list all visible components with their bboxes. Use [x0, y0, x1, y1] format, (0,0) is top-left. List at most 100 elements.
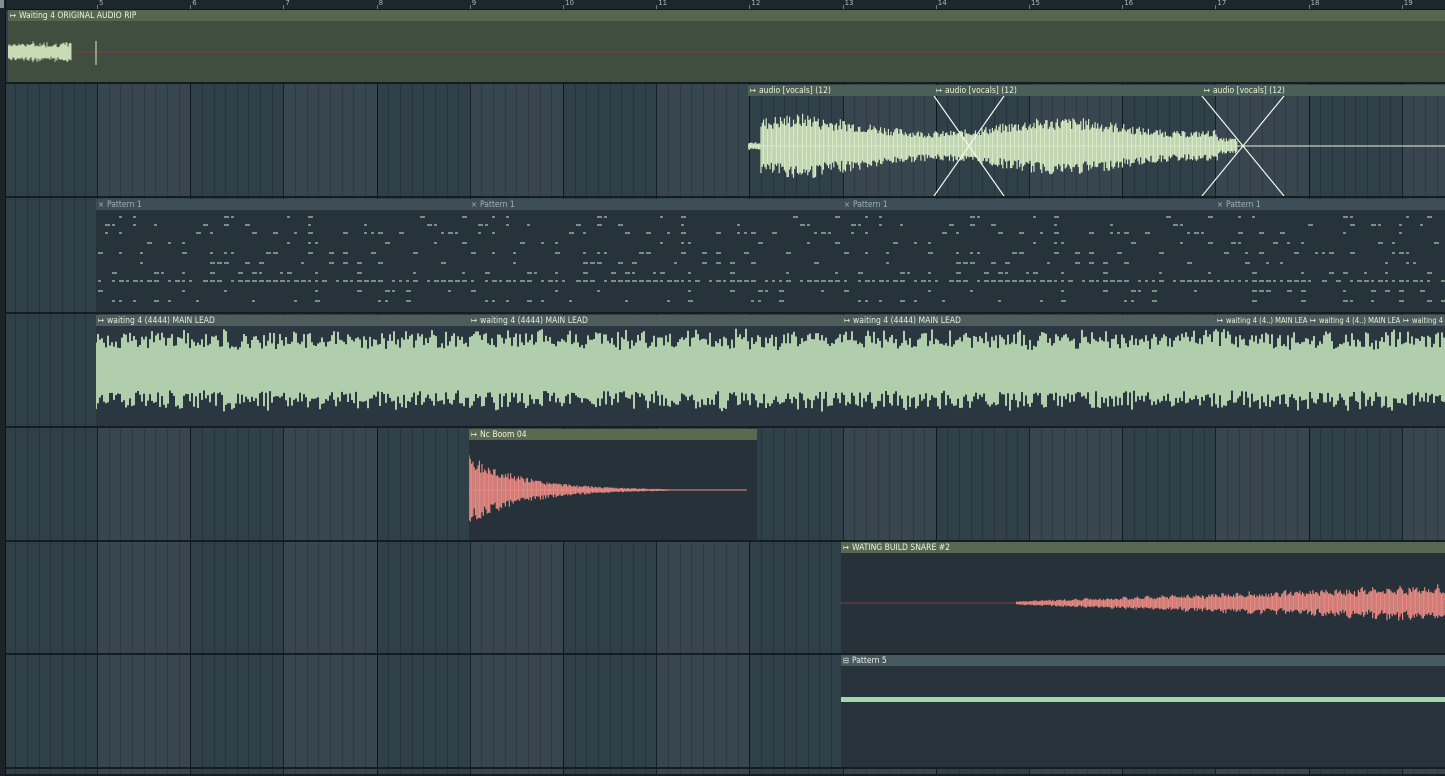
- clip-label: Pattern 1: [107, 200, 142, 210]
- track-lane-2[interactable]: ↦ audio [vocals] (12) ↦ audio [vocals] (12…: [0, 84, 1445, 198]
- clip-build-snare[interactable]: ↦ WATING BUILD SNARE #2: [841, 542, 1445, 653]
- grid-bar-shade: [97, 769, 190, 774]
- grid-step-line: [446, 769, 448, 774]
- pattern-note: [786, 252, 791, 254]
- pattern-note: [1145, 280, 1148, 282]
- pattern-note: [392, 280, 395, 282]
- pattern-note: [210, 272, 215, 274]
- pattern-note: [970, 216, 975, 218]
- grid-step-line: [1343, 428, 1345, 540]
- grid-step-line: [399, 428, 401, 540]
- track-lane-8[interactable]: [0, 769, 1445, 776]
- pattern-note: [1406, 262, 1409, 264]
- grid-step-line: [27, 655, 29, 767]
- track-lane-6[interactable]: ↦ WATING BUILD SNARE #2: [0, 542, 1445, 655]
- pattern-notes: [842, 210, 1216, 312]
- grid-step-line: [796, 542, 797, 653]
- clip-original-audio-rip[interactable]: ↦ Waiting 4 ORIGINAL AUDIO RIP: [8, 10, 1445, 82]
- pattern-note: [835, 216, 840, 218]
- pattern-note: [1033, 242, 1036, 244]
- clip-pattern1-c[interactable]: × Pattern 1: [842, 199, 1216, 312]
- track-header-edge[interactable]: [0, 0, 6, 776]
- pattern-note: [1026, 272, 1029, 274]
- clip-pattern1-b[interactable]: × Pattern 1: [469, 199, 843, 312]
- clip-pattern-5[interactable]: ⊟ Pattern 5: [841, 655, 1445, 767]
- pattern-note: [730, 272, 735, 274]
- grid-step-line: [761, 769, 763, 774]
- grid-bar-line: [935, 428, 937, 540]
- grid-step-line: [260, 428, 262, 540]
- track-lane-3[interactable]: × Pattern 1 × Pattern 1 × Pattern 1 × Patter…: [0, 198, 1445, 314]
- clip-waveform-area: [469, 440, 757, 540]
- grid-step-line: [38, 314, 40, 426]
- grid-step-line: [959, 769, 961, 774]
- track-lane-7[interactable]: ⊟ Pattern 5: [0, 655, 1445, 769]
- grid-step-line: [1331, 428, 1333, 540]
- pattern-note: [1350, 300, 1353, 302]
- grid-step-line: [73, 542, 75, 653]
- pattern-note: [1159, 272, 1162, 274]
- pattern-note: [492, 300, 495, 302]
- pattern-note: [1301, 272, 1304, 274]
- pattern-note: [879, 216, 882, 218]
- grid-step-line: [225, 542, 227, 653]
- pattern-note: [1187, 280, 1192, 282]
- grid-step-line: [15, 428, 17, 540]
- pattern-note: [970, 262, 975, 264]
- clip-pattern1-d[interactable]: × Pattern 1: [1215, 199, 1445, 312]
- scroll-position-marker[interactable]: [0, 0, 4, 8]
- track-lane-4[interactable]: ↦ waiting 4 (4444) MAIN LEAD ↦ waiting 4 (…: [0, 314, 1445, 428]
- pattern-note: [1259, 290, 1264, 292]
- grid-step-line: [761, 542, 763, 653]
- pattern-note: [604, 216, 607, 218]
- pattern-note: [224, 216, 229, 218]
- grid-step-line: [27, 314, 29, 426]
- pattern-note: [555, 242, 558, 244]
- pattern-note: [1061, 290, 1064, 292]
- grid-step-line: [1355, 769, 1357, 774]
- pattern-note: [991, 262, 996, 264]
- track-lane-5[interactable]: ↦ Nc Boom 04: [0, 428, 1445, 542]
- pattern-note: [956, 272, 961, 274]
- grid-step-line: [994, 769, 996, 774]
- pattern-note: [168, 280, 171, 282]
- clip-label: waiting 4 (4444) MAIN LEAD: [480, 316, 588, 326]
- ruler-bar-number: 19: [1403, 0, 1413, 7]
- grid-step-line: [38, 428, 40, 540]
- pattern-note: [245, 262, 250, 264]
- grid-step-line: [411, 428, 413, 540]
- grid-step-line: [597, 84, 599, 196]
- clip-pattern1-a[interactable]: × Pattern 1: [96, 199, 470, 312]
- pattern-note: [597, 252, 600, 254]
- grid-step-line: [621, 84, 623, 196]
- pattern-note: [1131, 300, 1134, 302]
- pattern-note: [1040, 300, 1043, 302]
- pattern-note: [765, 280, 768, 282]
- pattern-note: [1019, 252, 1024, 254]
- grid-step-line: [574, 84, 576, 196]
- grid-bar-shade: [97, 655, 190, 767]
- pattern-note: [119, 280, 124, 282]
- ruler-bar-tick: [1029, 5, 1030, 9]
- playlist-grid[interactable]: ↦ Waiting 4 ORIGINAL AUDIO RIP ↦ audio [vo…: [0, 10, 1445, 776]
- grid-step-line: [609, 769, 611, 774]
- track-lane-1[interactable]: ↦ Waiting 4 ORIGINAL AUDIO RIP: [0, 10, 1445, 84]
- pattern-note: [998, 272, 1003, 274]
- pattern-note: [1301, 290, 1306, 292]
- pattern-note: [858, 224, 861, 226]
- clip-nc-boom-04[interactable]: ↦ Nc Boom 04: [469, 429, 757, 540]
- pattern-note: [779, 290, 784, 292]
- pattern-note: [203, 224, 208, 226]
- pattern-note: [1287, 280, 1292, 282]
- grid-step-line: [597, 655, 599, 767]
- grid-step-line: [1366, 769, 1368, 774]
- grid-step-line: [586, 655, 588, 767]
- pattern-note: [625, 272, 630, 274]
- pattern-note: [133, 224, 136, 226]
- grid-bar-shade: [97, 84, 190, 196]
- pattern-note: [1019, 280, 1024, 282]
- pattern-note: [858, 280, 861, 282]
- timeline-ruler[interactable]: 5 6 7 8 9 10 11 12 13 14 15 16 17 18 19: [0, 0, 1445, 10]
- pattern-note: [793, 216, 798, 218]
- pattern-note: [203, 280, 208, 282]
